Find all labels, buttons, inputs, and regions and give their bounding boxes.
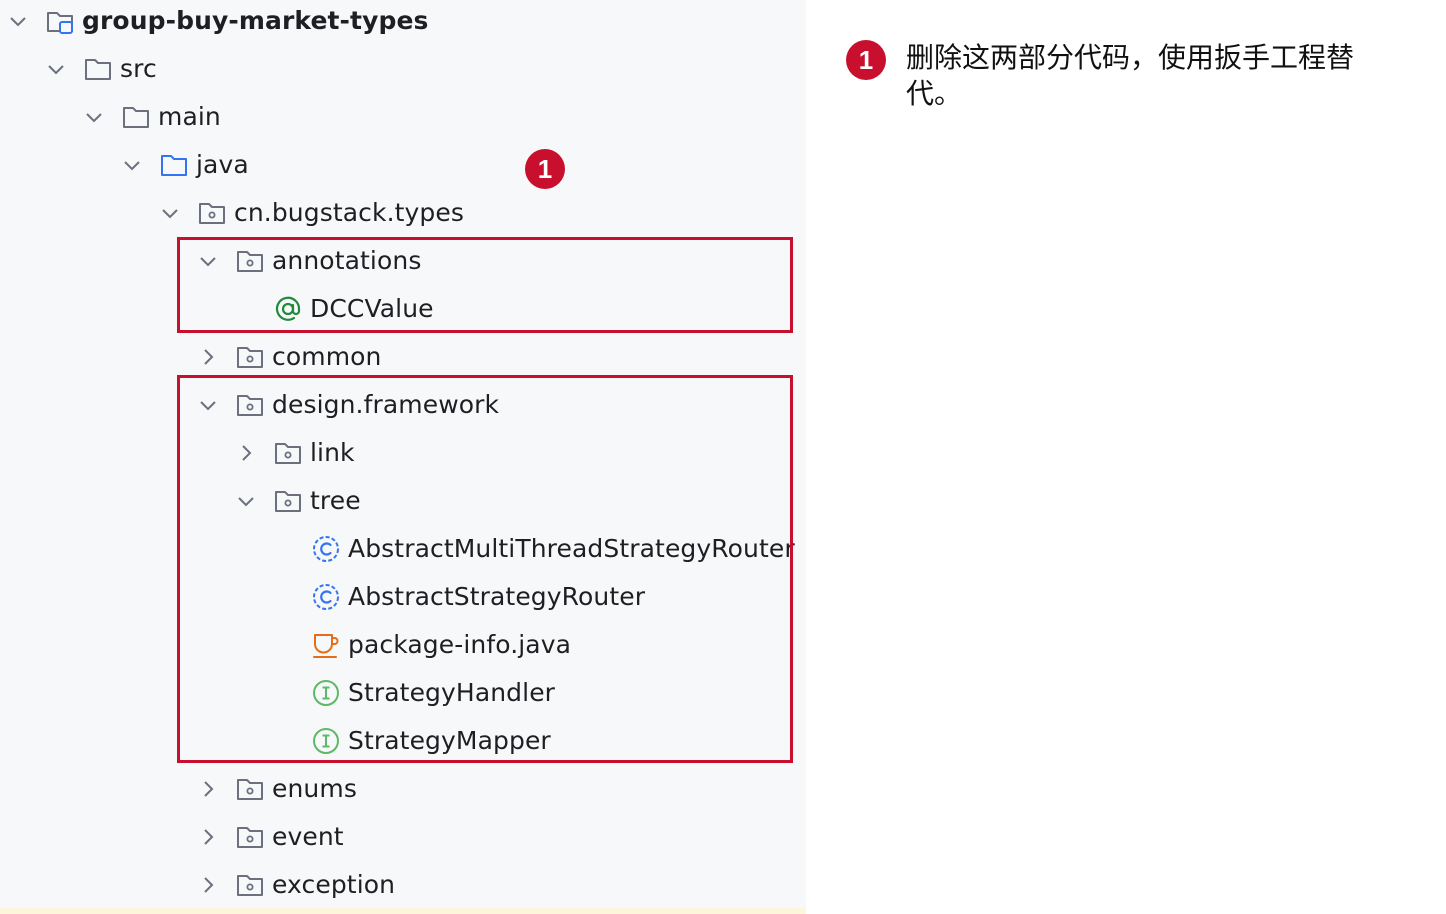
- chevron-down-icon[interactable]: [158, 201, 182, 225]
- bottom-strip: [0, 908, 806, 914]
- chevron-down-icon[interactable]: [120, 153, 144, 177]
- folder-icon: [123, 107, 149, 128]
- chevron-right-icon[interactable]: [196, 825, 220, 849]
- package-icon: [237, 779, 263, 800]
- source-folder-icon: [161, 155, 187, 176]
- package-icon: [237, 875, 263, 896]
- tree-item-exception[interactable]: exception: [0, 861, 806, 909]
- marker-badge: 1: [846, 40, 886, 80]
- tree-item-label: cn.bugstack.types: [234, 198, 465, 227]
- tree-item-common[interactable]: common: [0, 333, 806, 381]
- tree-item-event[interactable]: event: [0, 813, 806, 861]
- tree-item-java[interactable]: java: [0, 141, 806, 189]
- marker-badge: 1: [525, 149, 565, 189]
- annotation-note: 删除这两部分代码，使用扳手工程替代。: [906, 41, 1355, 110]
- chevron-down-icon[interactable]: [6, 9, 30, 33]
- tree-item-root-package[interactable]: cn.bugstack.types: [0, 189, 806, 237]
- module-folder-icon: [47, 12, 73, 34]
- chevron-down-icon[interactable]: [44, 57, 68, 81]
- tree-item-label: common: [272, 342, 382, 371]
- tree-item-label: event: [272, 822, 344, 851]
- chevron-right-icon[interactable]: [196, 345, 220, 369]
- chevron-right-icon[interactable]: [196, 873, 220, 897]
- tree-item-main[interactable]: main: [0, 93, 806, 141]
- tree-item-label: src: [120, 54, 157, 83]
- tree-item-label: java: [196, 150, 249, 179]
- package-icon: [237, 347, 263, 368]
- chevron-down-icon[interactable]: [82, 105, 106, 129]
- tree-item-src[interactable]: src: [0, 45, 806, 93]
- tree-item-module[interactable]: group-buy-market-types: [0, 0, 806, 45]
- tree-item-label: enums: [272, 774, 357, 803]
- highlight-box-annotations: [177, 237, 793, 333]
- chevron-right-icon[interactable]: [196, 777, 220, 801]
- tree-item-label: exception: [272, 870, 396, 899]
- highlight-box-design-framework: [177, 375, 793, 763]
- folder-icon: [85, 59, 111, 80]
- tree-item-enums[interactable]: enums: [0, 765, 806, 813]
- package-icon: [199, 203, 225, 224]
- tree-item-label: main: [158, 102, 221, 131]
- tree-item-label: group-buy-market-types: [82, 6, 429, 35]
- package-icon: [237, 827, 263, 848]
